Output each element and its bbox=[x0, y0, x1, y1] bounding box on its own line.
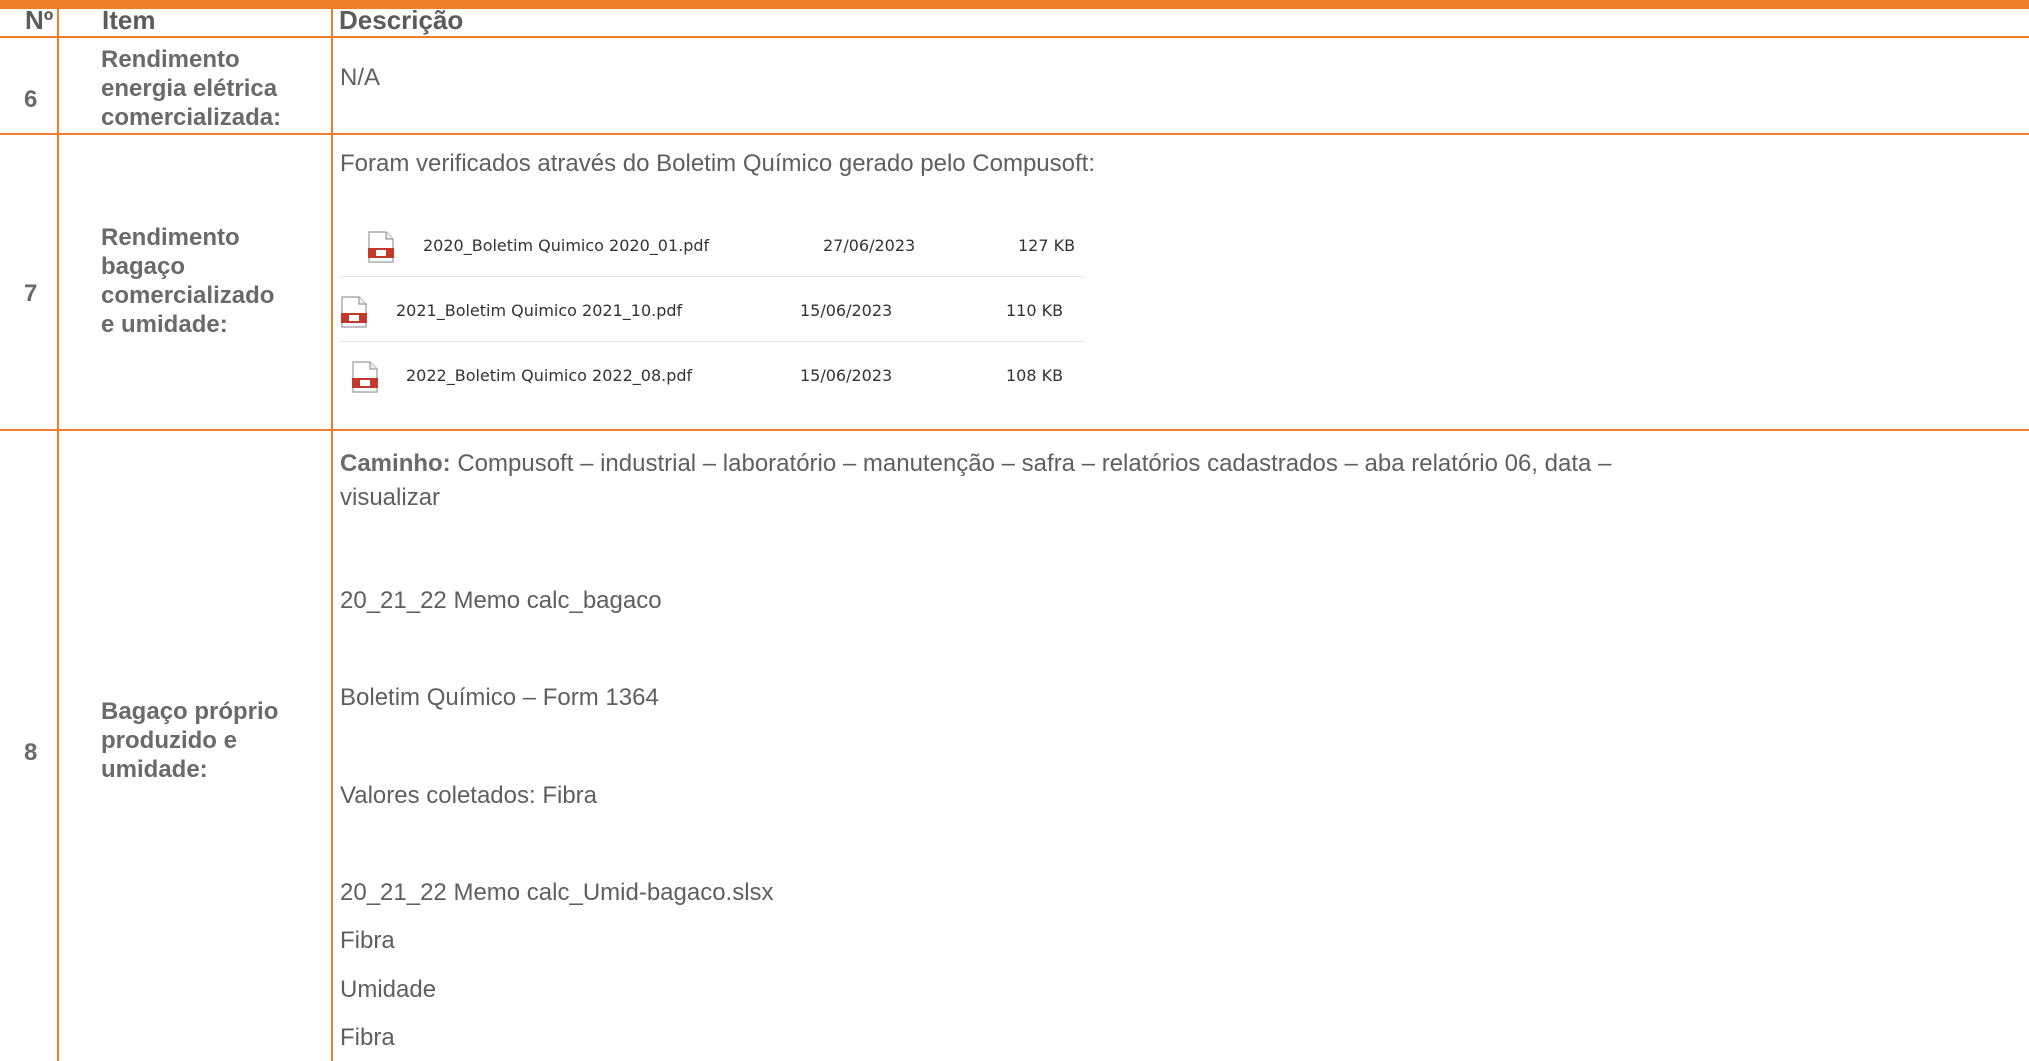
file-name: 2022_Boletim Quimico 2022_08.pdf bbox=[406, 366, 693, 385]
row8-path: Caminho: Compusoft – industrial – labora… bbox=[340, 447, 1980, 481]
header-item: Item bbox=[102, 5, 156, 35]
file-size: 127 KB bbox=[1018, 236, 1076, 255]
file-size: 110 KB bbox=[1006, 301, 1064, 320]
row8-item: Bagaço próprio produzido e umidade: bbox=[101, 697, 278, 784]
header-description: Descrição bbox=[339, 5, 464, 35]
row6-item-line: comercializada: bbox=[101, 104, 282, 131]
file-name: 2020_Boletim Quimico 2020_01.pdf bbox=[423, 236, 710, 255]
row7-item: Rendimento bagaço comercializado e umida… bbox=[101, 223, 274, 339]
row8-line: Fibra bbox=[340, 927, 395, 954]
file-row[interactable]: 2020_Boletim Quimico 2020_01.pdf 27/06/2… bbox=[368, 221, 1075, 273]
row6-item: Rendimento energia elétrica comercializa… bbox=[101, 45, 281, 132]
row7-desc-intro: Foram verificados através do Boletim Quí… bbox=[340, 150, 1096, 177]
row7-item-line: Rendimento bbox=[101, 224, 240, 251]
col-divider-num bbox=[57, 9, 59, 1061]
row8-item-line: umidade: bbox=[101, 756, 208, 783]
file-date: 15/06/2023 bbox=[800, 301, 893, 320]
file-size: 108 KB bbox=[1006, 366, 1064, 385]
row6-item-line: energia elétrica bbox=[101, 75, 278, 102]
path-label: Caminho: bbox=[340, 450, 451, 477]
file-row[interactable]: 2021_Boletim Quimico 2021_10.pdf 15/06/2… bbox=[341, 286, 1063, 338]
row8-line: Umidade bbox=[340, 976, 437, 1003]
row8-item-line: produzido e bbox=[101, 727, 237, 754]
top-accent-bar bbox=[0, 0, 2029, 9]
row8-path-continuation: visualizar bbox=[340, 484, 441, 511]
row6-desc: N/A bbox=[340, 64, 381, 91]
file-date: 15/06/2023 bbox=[800, 366, 893, 385]
path-text: Compusoft – industrial – laboratório – m… bbox=[457, 450, 1612, 477]
pdf-file-icon bbox=[368, 231, 394, 263]
row7-item-line: e umidade: bbox=[101, 311, 228, 338]
row8-line: 20_21_22 Memo calc_Umid-bagaco.slsx bbox=[340, 879, 774, 906]
row8-line: Boletim Químico – Form 1364 bbox=[340, 684, 659, 711]
row7-item-line: comercializado bbox=[101, 282, 275, 309]
pdf-file-icon bbox=[341, 296, 367, 328]
row6-num: 6 bbox=[24, 86, 38, 113]
row7-bottom-line bbox=[0, 429, 2029, 431]
file-name: 2021_Boletim Quimico 2021_10.pdf bbox=[396, 301, 683, 320]
row8-line: Fibra bbox=[340, 1024, 395, 1051]
file-separator bbox=[340, 341, 1084, 342]
file-row[interactable]: 2022_Boletim Quimico 2022_08.pdf 15/06/2… bbox=[352, 351, 1063, 403]
header-num: Nº bbox=[25, 5, 54, 35]
col-divider-item bbox=[331, 9, 333, 1061]
row8-num: 8 bbox=[24, 739, 38, 766]
row6-item-line: Rendimento bbox=[101, 46, 240, 73]
row8-item-line: Bagaço próprio bbox=[101, 698, 279, 725]
row8-line: Valores coletados: Fibra bbox=[340, 782, 598, 809]
row8-line: 20_21_22 Memo calc_bagaco bbox=[340, 587, 662, 614]
row6-bottom-line bbox=[0, 133, 2029, 135]
file-separator bbox=[340, 276, 1084, 277]
row7-num: 7 bbox=[24, 280, 38, 307]
pdf-file-icon bbox=[352, 361, 378, 393]
row7-item-line: bagaço bbox=[101, 253, 186, 280]
file-date: 27/06/2023 bbox=[823, 236, 916, 255]
header-bottom-line bbox=[0, 36, 2029, 38]
